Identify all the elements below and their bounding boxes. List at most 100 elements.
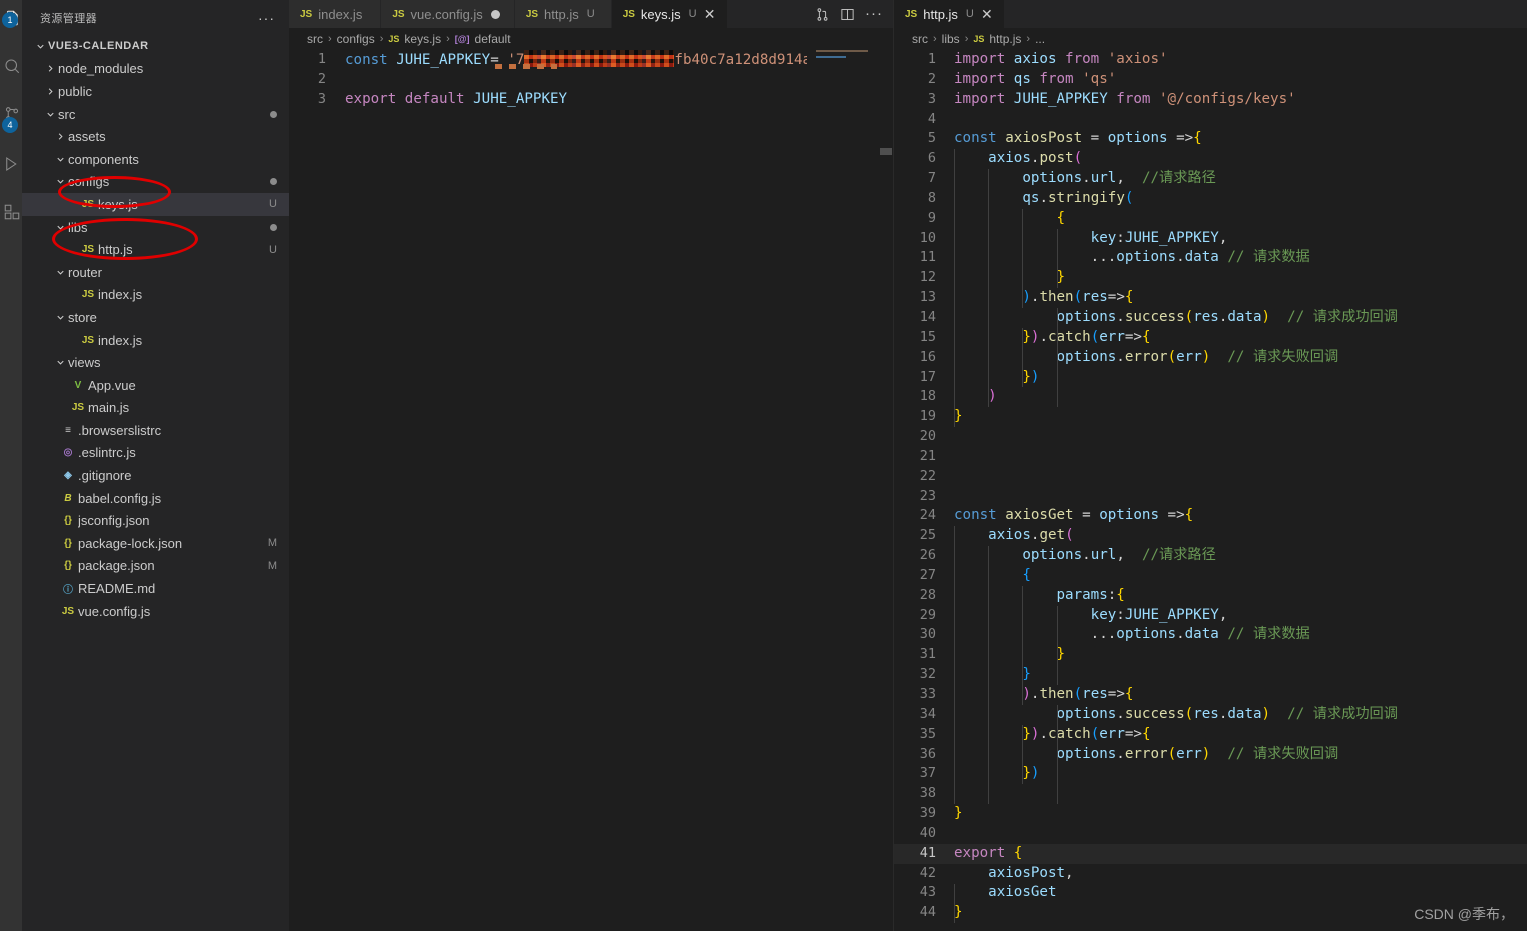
code-editor-left[interactable]: 1 const JUHE_APPKEY= '7 fb40c7a12d8d914aff… [289,50,893,931]
breadcrumb-item[interactable]: keys.js [404,32,441,46]
tree-folder-configs[interactable]: configs [22,171,289,194]
code-line[interactable]: 2 import qs from 'qs' [894,70,1527,90]
breadcrumb-right: src › libs › JS http.js ›... [894,28,1527,50]
code-line-text: { [954,209,1527,229]
tab-close-icon[interactable]: ✕ [703,7,717,21]
breadcrumb-item[interactable]: http.js [989,32,1021,46]
tree-file--eslintrc-js[interactable]: ◎ .eslintrc.js [22,442,289,465]
code-line[interactable]: 4 [894,110,1527,130]
indent-guide [1056,605,1058,686]
tree-file-index-js[interactable]: JS index.js [22,329,289,352]
explorer-root-folder[interactable]: VUE3-CALENDAR [22,35,289,58]
breadcrumb-separator-icon: › [328,33,332,45]
tree-file-package-lock-json[interactable]: {} package-lock.json M [22,532,289,555]
code-token: //请求路径 [1141,170,1216,187]
tree-folder-src[interactable]: src [22,103,289,126]
tree-file-package-json[interactable]: {} package.json M [22,555,289,578]
tree-file-main-js[interactable]: JS main.js [22,397,289,420]
tab-http-js[interactable]: JS http.js U ✕ [894,0,1005,28]
tab-dirty-indicator-icon[interactable] [490,9,500,19]
tree-folder-components[interactable]: components [22,148,289,171]
tab-vue-config-js[interactable]: JS vue.config.js [381,0,515,28]
code-line[interactable]: 19} [894,407,1527,427]
code-line[interactable]: 24 const axiosGet = options =>{ [894,506,1527,526]
explorer-more-icon[interactable]: ··· [258,11,275,25]
line-number: 42 [919,864,936,881]
tree-file--browserslistrc[interactable]: ≡ .browserslistrc [22,419,289,442]
line-number: 40 [919,824,936,841]
tab-index-js[interactable]: JS index.js [289,0,382,28]
code-line[interactable]: 1 const JUHE_APPKEY= '7 fb40c7a12d8d914aff… [289,50,893,70]
activity-extensions-icon[interactable] [0,188,22,236]
code-line[interactable]: 21 [894,447,1527,467]
code-line-text: options.error(err) // 请求失败回调 [954,745,1527,765]
breadcrumb-item[interactable]: src [307,32,323,46]
source-control-icon[interactable] [815,7,830,22]
tree-file-jsconfig-json[interactable]: {} jsconfig.json [22,509,289,532]
scrollbar-thumb-left[interactable] [880,148,892,155]
tree-file--gitignore[interactable]: ◈ .gitignore [22,464,289,487]
code-line[interactable]: 25 axios.get( [894,526,1527,546]
more-actions-icon[interactable]: ··· [865,6,883,21]
editor-scrollbar-left[interactable] [879,50,893,931]
code-line[interactable]: 1 import axios from 'axios' [894,50,1527,70]
editor-scrollbar-right[interactable] [1513,50,1527,931]
js-file-icon: JS [81,244,95,256]
vscode-window: 1 4 资源管理器 ··· VUE3-CALENDAR node_modules… [0,0,1527,931]
code-editor-right[interactable]: 1 import axios from 'axios' 2 import qs fro… [894,50,1527,931]
activity-run-debug-icon[interactable] [0,140,22,188]
tree-file-index-js[interactable]: JS index.js [22,284,289,307]
code-token: => [1124,328,1142,345]
code-line[interactable]: 43 axiosGet [894,883,1527,903]
code-line[interactable]: 22 [894,467,1527,487]
tree-folder-node-modules[interactable]: node_modules [22,58,289,81]
tree-file-keys-js[interactable]: JS keys.js U [22,193,289,216]
breadcrumb-item[interactable]: default [475,32,511,46]
tree-item-label: libs [68,219,88,235]
tree-folder-views[interactable]: views [22,351,289,374]
code-token: . [1176,626,1185,643]
code-line[interactable]: 41 export { [894,843,1527,864]
code-line[interactable]: 3 import JUHE_APPKEY from '@/configs/keys… [894,90,1527,110]
tree-folder-store[interactable]: store [22,306,289,329]
code-line[interactable]: 39} [894,804,1527,824]
tree-file-readme-md[interactable]: ⓘ README.md [22,577,289,600]
tab-keys-js[interactable]: JS keys.js U ✕ [611,0,728,28]
code-line[interactable]: 6 axios.post( [894,149,1527,169]
tree-file-vue-config-js[interactable]: JS vue.config.js [22,600,289,623]
breadcrumb-item[interactable]: src [912,32,928,46]
code-line[interactable]: 40 [894,824,1527,844]
code-line-text: options.url, //请求路径 [954,546,1527,566]
minimap-left[interactable] [807,50,879,931]
tab-http-js[interactable]: JS http.js U [514,0,612,28]
code-token: ( [1065,527,1074,544]
breadcrumb-item[interactable]: libs [942,32,960,46]
code-token: { [1184,507,1194,524]
code-line[interactable]: 20 [894,427,1527,447]
code-token: const [954,130,1006,147]
tab-close-icon[interactable]: ✕ [980,7,994,21]
code-line-text: } [954,665,1527,685]
tree-item-label: keys.js [98,196,138,212]
activity-search-icon[interactable] [0,42,22,90]
code-line[interactable]: 2 [289,70,893,90]
explorer-sidebar: 资源管理器 ··· VUE3-CALENDAR node_modules publ… [22,0,289,931]
tree-file-http-js[interactable]: JS http.js U [22,238,289,261]
code-token: . [1116,308,1125,325]
tree-folder-assets[interactable]: assets [22,125,289,148]
code-line[interactable]: 3 export default JUHE_APPKEY [289,90,893,110]
code-line[interactable]: 42 axiosPost, [894,864,1527,884]
js-file-icon: JS [300,8,313,20]
breadcrumb-item[interactable]: ... [1035,32,1045,46]
tree-folder-public[interactable]: public [22,80,289,103]
code-line[interactable]: 5 const axiosPost = options =>{ [894,129,1527,149]
breadcrumb-item[interactable]: configs [337,32,375,46]
code-line[interactable]: 23 [894,487,1527,507]
split-editor-icon[interactable] [840,7,855,22]
tree-file-babel-config-js[interactable]: Bbabel.config.js [22,487,289,510]
tree-file-app-vue[interactable]: V App.vue [22,374,289,397]
tree-folder-router[interactable]: router [22,261,289,284]
tree-folder-libs[interactable]: libs [22,216,289,239]
